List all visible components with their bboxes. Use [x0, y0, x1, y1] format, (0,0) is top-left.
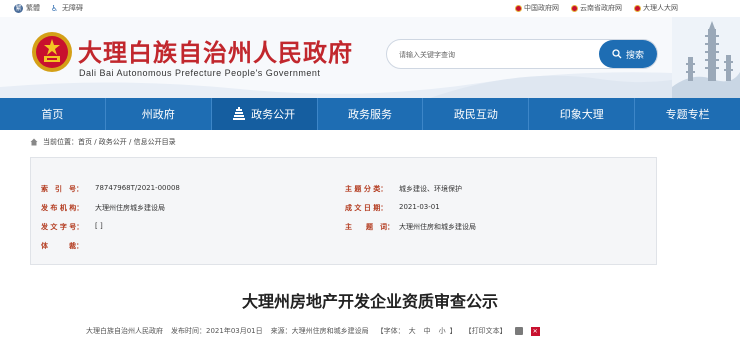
link-china-gov[interactable]: 中国政府网 [515, 3, 559, 13]
search-box: 搜索 [386, 39, 658, 69]
nav-item-impression-dali[interactable]: 印象大理 [529, 98, 636, 130]
print-icon[interactable] [514, 327, 523, 335]
font-size-controls: 【字体：大中小】 [376, 327, 457, 335]
search-button[interactable]: 搜索 [599, 40, 657, 68]
site-header: 大理白族自治州人民政府 Dali Bai Autonomous Prefectu… [0, 17, 740, 98]
search-icon [612, 49, 622, 59]
nav-item-home[interactable]: 首页 [0, 98, 106, 130]
font-size-medium-button[interactable]: 中 [424, 327, 431, 335]
site-title[interactable]: 大理白族自治州人民政府 [78, 33, 353, 68]
emblem-icon [634, 4, 641, 12]
close-window-icon[interactable]: ✕ [530, 326, 540, 336]
meta-row-date: 成 文 日 期： 2021-03-01 [345, 203, 440, 212]
meta-row-publisher: 发 布 机 构： 大理州住房城乡建设局 [41, 204, 165, 212]
top-left-links: 繁 繁體 ♿ 无障碍 [14, 3, 83, 13]
article-origin: 来源：大理州住房和城乡建设局 [270, 327, 369, 335]
nav-item-special-topics[interactable]: 专题专栏 [635, 98, 740, 130]
nav-item-government-affairs-disclosure[interactable]: 政务公开 [211, 98, 318, 130]
pagoda-icon [233, 107, 246, 120]
meta-row-genre: 体 裁： [41, 242, 83, 250]
nav-item-prefecture-government[interactable]: 州政府 [106, 98, 212, 130]
traditional-chinese-link[interactable]: 繁 繁體 [14, 3, 40, 13]
document-metadata-panel: 索 引 号： 78747968T/2021-00008 主 题 分 类： 城乡建… [30, 157, 657, 265]
link-yunnan-gov[interactable]: 云南省政府网 [571, 3, 622, 13]
article-info-bar: 大理白族自治州人民政府 发布时间：2021年03月01日 来源：大理州住房和城乡… [86, 326, 540, 336]
globe-icon: 繁 [14, 3, 23, 13]
font-size-large-button[interactable]: 大 [409, 327, 416, 335]
meta-row-topic: 主 题 词： 大理州住房和城乡建设局 [345, 223, 476, 231]
emblem-icon [571, 4, 578, 12]
accessibility-link[interactable]: ♿ 无障碍 [50, 3, 83, 13]
site-subtitle: Dali Bai Autonomous Prefecture People's … [79, 68, 321, 78]
three-pagodas-illustration [672, 17, 740, 98]
font-size-small-button[interactable]: 小 [439, 327, 446, 335]
nav-item-government-services[interactable]: 政务服务 [318, 98, 424, 130]
accessibility-icon: ♿ [50, 3, 59, 13]
breadcrumb-text[interactable]: 当前位置：首页 / 政务公开 / 信息公开目录 [43, 137, 176, 147]
meta-row-category: 主 题 分 类： 城乡建设、环境保护 [345, 185, 462, 193]
nav-item-public-interaction[interactable]: 政民互动 [423, 98, 530, 130]
top-right-links: 中国政府网 云南省政府网 大理人大网 [515, 3, 678, 13]
emblem-icon [515, 4, 522, 12]
national-emblem-logo[interactable] [30, 30, 74, 74]
breadcrumb: 当前位置：首页 / 政务公开 / 信息公开目录 [30, 132, 656, 152]
top-utility-bar: 繁 繁體 ♿ 无障碍 中国政府网 云南省政府网 大理人大网 [0, 0, 740, 17]
print-button[interactable]: 【打印文本】 [465, 326, 507, 336]
meta-row-index: 索 引 号： 78747968T/2021-00008 [41, 184, 180, 193]
article-title: 大理州房地产开发企业资质审查公示 [241, 292, 498, 311]
main-nav: 首页 州政府 政务公开 政务服务 政民互动 印象大理 专题专栏 [0, 98, 740, 130]
link-dali-npc[interactable]: 大理人大网 [634, 3, 678, 13]
article-publish-time: 发布时间：2021年03月01日 [171, 327, 263, 335]
home-icon [30, 138, 38, 146]
article-source: 大理白族自治州人民政府 [86, 327, 163, 335]
search-input[interactable] [399, 48, 595, 62]
meta-row-document-number: 发 文 字 号： [ ] [41, 222, 103, 231]
